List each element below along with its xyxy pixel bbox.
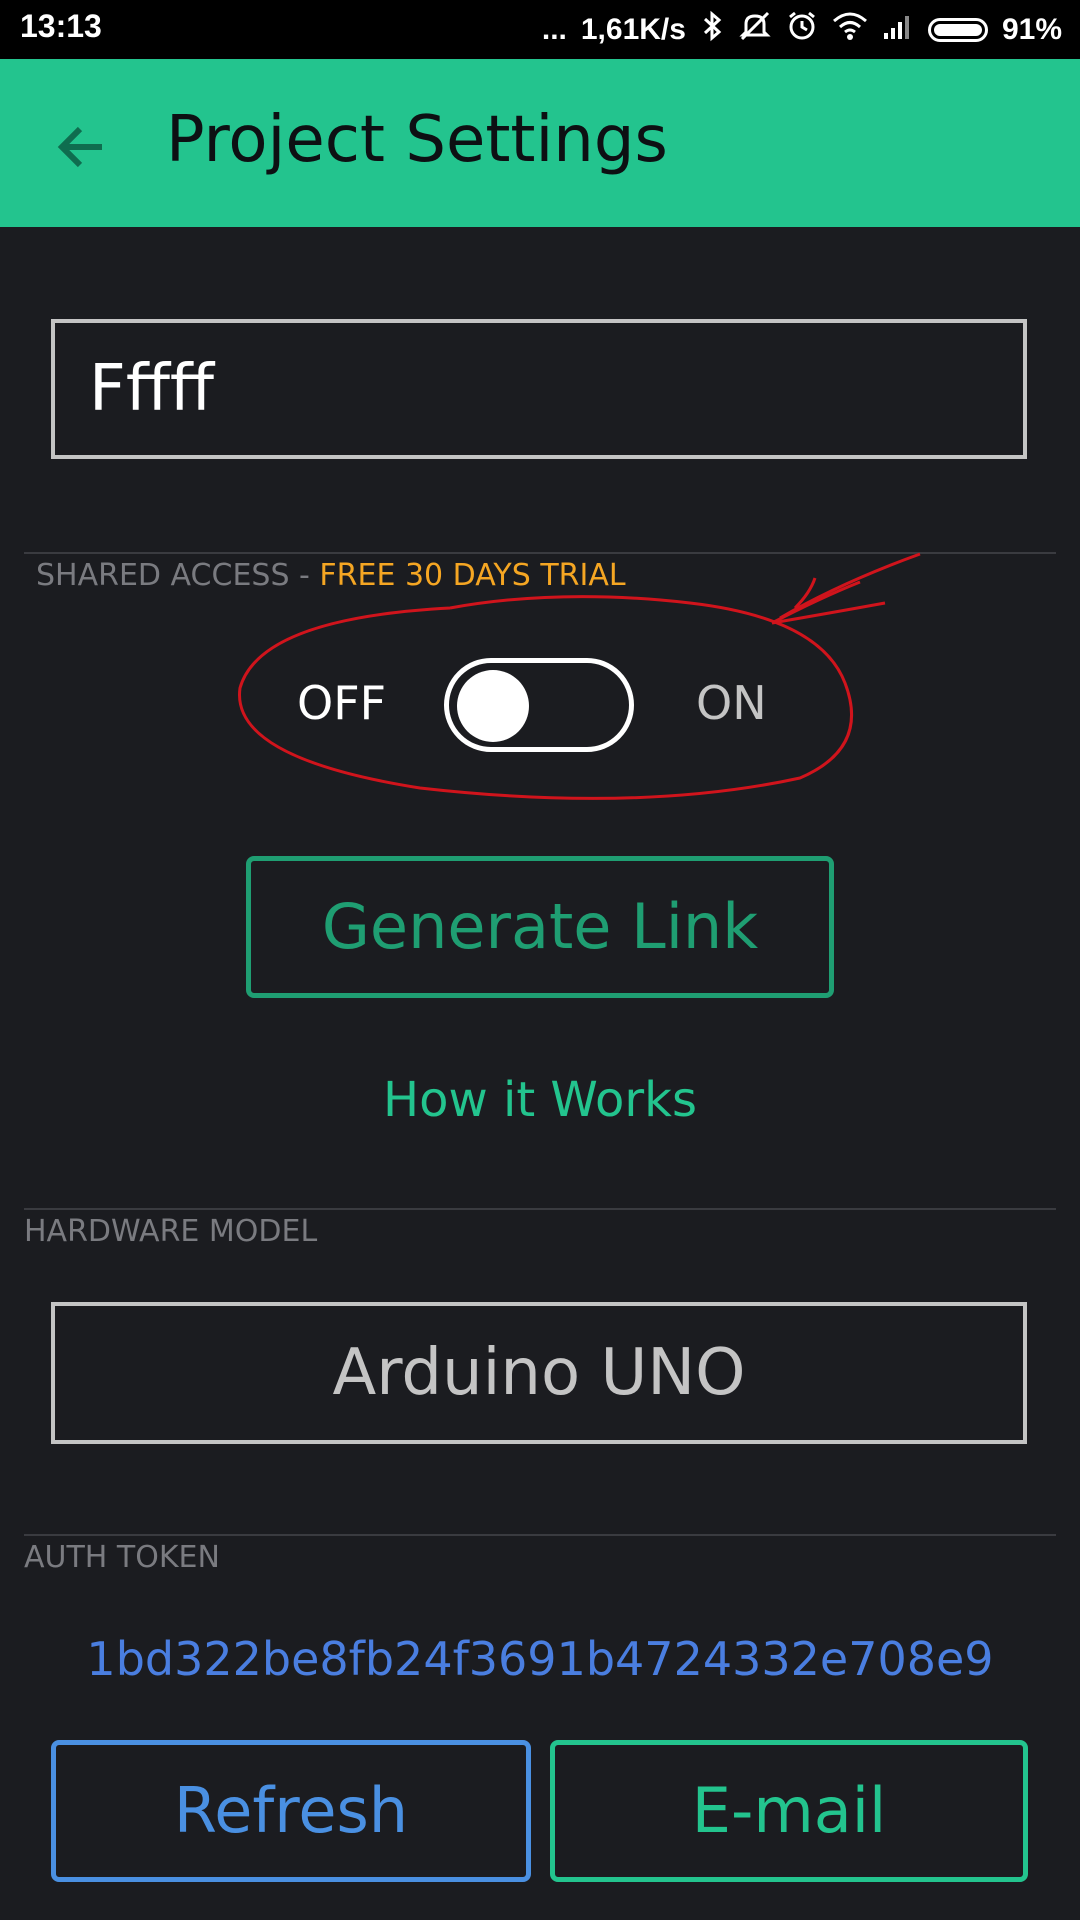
back-button[interactable] xyxy=(52,117,112,177)
alarm-icon xyxy=(786,10,818,50)
status-bar: 13:13 ... 1,61K/s 91% xyxy=(0,0,1080,59)
hardware-model-select[interactable]: Arduino UNO xyxy=(51,1302,1027,1444)
toggle-knob xyxy=(457,670,529,742)
bluetooth-icon xyxy=(700,10,724,50)
battery-icon xyxy=(927,18,988,42)
refresh-button[interactable]: Refresh xyxy=(51,1740,531,1882)
divider xyxy=(24,1534,1056,1536)
toggle-off-label: OFF xyxy=(297,676,387,730)
how-it-works-link[interactable]: How it Works xyxy=(0,1072,1080,1128)
hardware-model-label: HARDWARE MODEL xyxy=(24,1214,318,1249)
network-speed: 1,61K/s xyxy=(580,13,686,46)
page-title: Project Settings xyxy=(166,103,668,177)
toggle-on-label: ON xyxy=(696,676,767,730)
status-dots: ... xyxy=(541,13,567,46)
arrow-left-icon xyxy=(57,126,102,168)
shared-access-toggle[interactable] xyxy=(444,658,634,752)
auth-token-label: AUTH TOKEN xyxy=(24,1540,220,1575)
wifi-icon xyxy=(832,11,868,49)
status-icons: ... 1,61K/s 91% xyxy=(542,8,1062,52)
generate-link-button[interactable]: Generate Link xyxy=(246,856,834,998)
signal-icon xyxy=(882,11,914,49)
status-time: 13:13 xyxy=(20,8,102,44)
email-button[interactable]: E-mail xyxy=(550,1740,1028,1882)
app-bar: Project Settings xyxy=(0,59,1080,227)
divider xyxy=(24,1208,1056,1210)
mute-icon xyxy=(738,10,772,50)
battery-percent: 91% xyxy=(1001,13,1062,46)
auth-token-value[interactable]: 1bd322be8fb24f3691b4724332e708e9 xyxy=(0,1632,1080,1686)
project-name-input[interactable]: Fffff xyxy=(51,319,1027,459)
